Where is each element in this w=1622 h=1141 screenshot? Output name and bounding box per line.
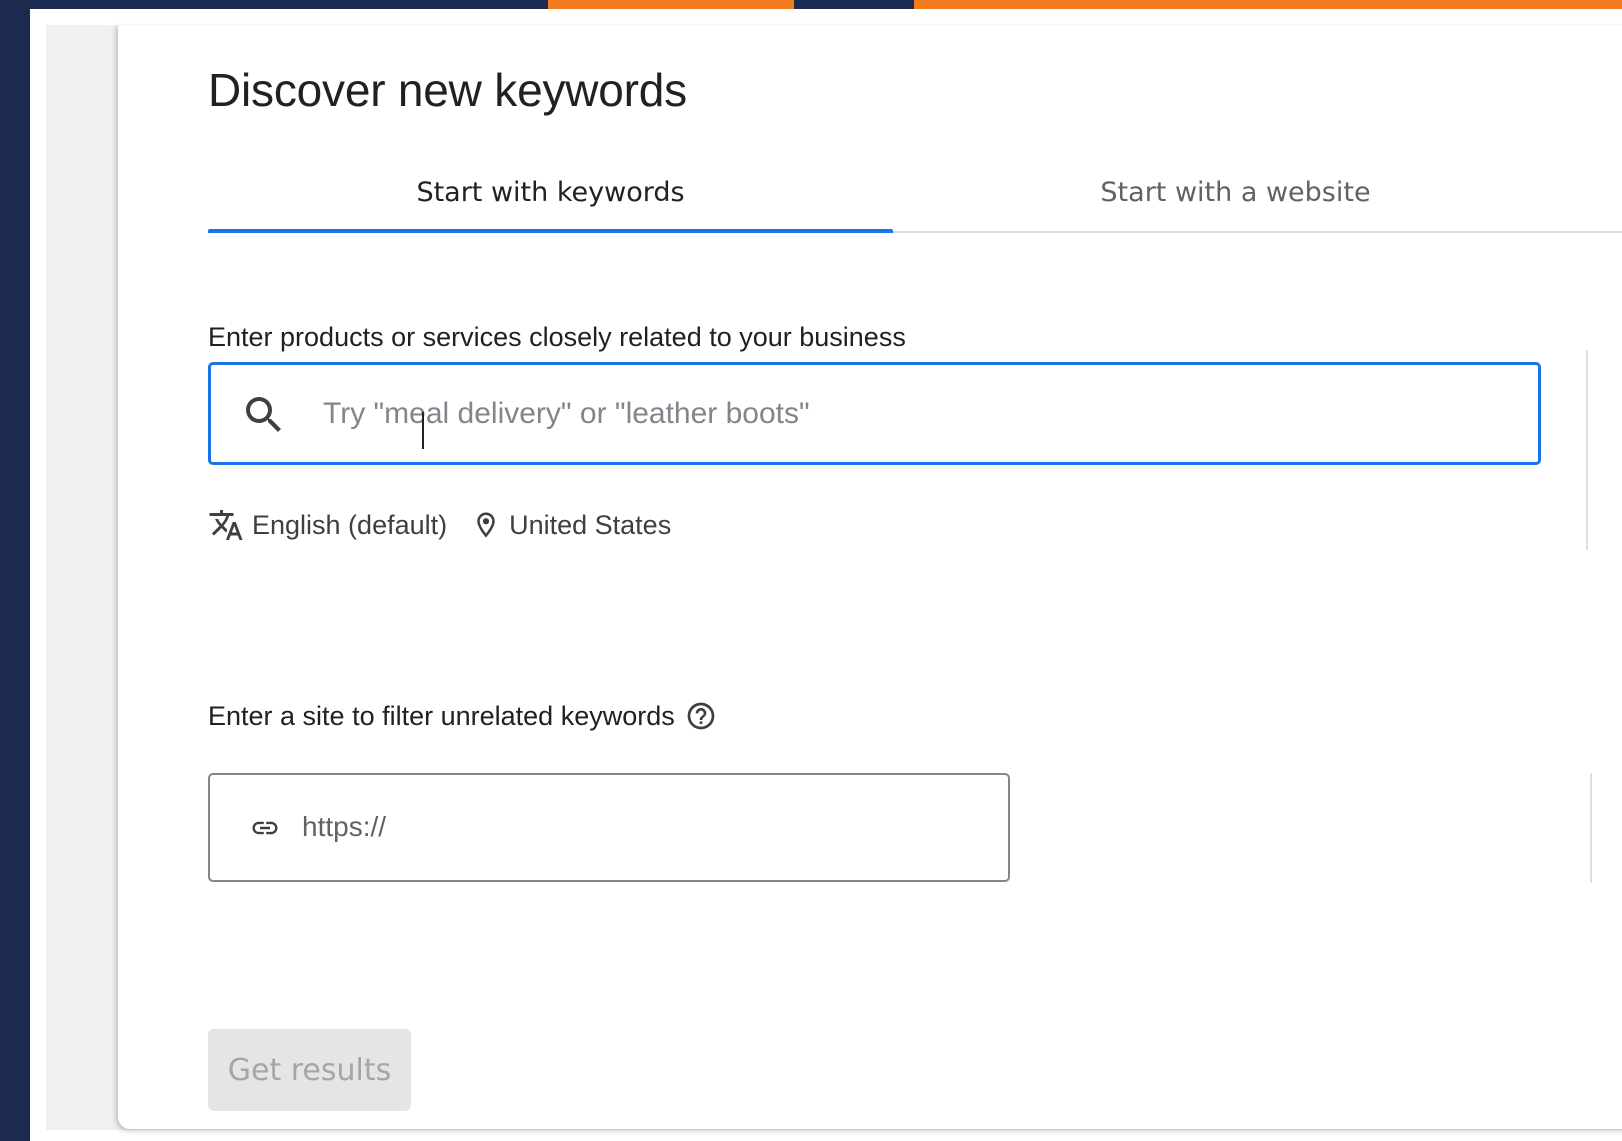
language-label: English (default) [252,509,448,540]
top-strip-orange-2 [914,0,1622,9]
site-filter-input[interactable] [302,801,982,853]
side-divider-lower [1590,773,1592,883]
link-icon [252,821,278,835]
location-setting[interactable]: United States [471,510,671,541]
keyword-field-label: Enter products or services closely relat… [208,322,906,352]
keyword-search-box[interactable] [208,362,1541,465]
keyword-search-input[interactable] [323,383,1503,445]
translate-icon [209,510,243,540]
help-circle-icon [687,702,715,730]
site-filter-label-text: Enter a site to filter unrelated keyword… [208,700,675,731]
site-filter-box[interactable] [208,773,1010,882]
get-results-button[interactable]: Get results [208,1029,411,1111]
search-icon [246,397,281,432]
side-divider [1586,350,1588,550]
location-pin-icon [477,512,495,538]
tab-start-with-keywords[interactable]: Start with keywords [208,155,893,230]
active-tab-indicator [208,229,893,233]
top-strip-navy [0,0,548,9]
tab-bar: Start with keywords Start with a website [208,155,1622,233]
location-label: United States [509,509,672,540]
top-strip-orange [548,0,794,9]
top-strip-navy-2 [794,0,914,9]
keyword-planner-card: Discover new keywords Start with keyword… [118,25,1622,1129]
site-filter-label: Enter a site to filter unrelated keyword… [208,700,717,732]
help-icon[interactable] [685,700,717,732]
language-setting[interactable]: English (default) [208,507,447,543]
targeting-settings: English (default) United States [208,506,671,544]
tab-start-with-website[interactable]: Start with a website [893,155,1578,230]
page-title: Discover new keywords [208,64,687,116]
